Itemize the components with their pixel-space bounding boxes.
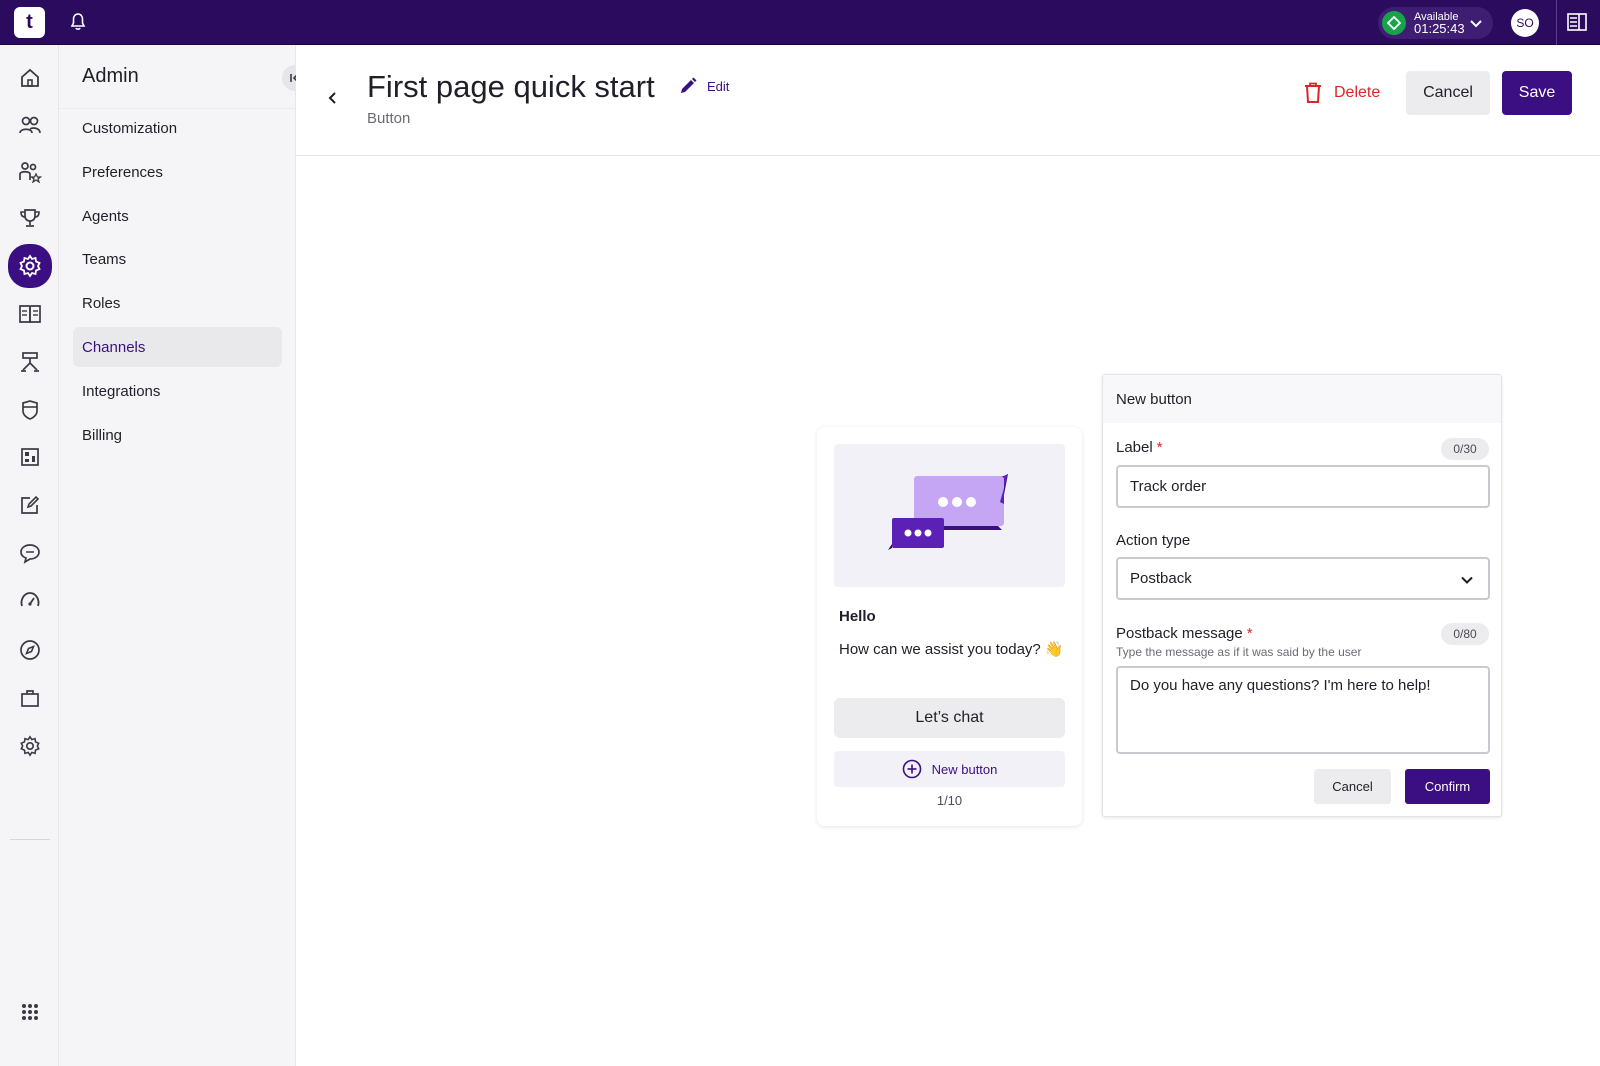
chevron-down-icon	[1470, 20, 1482, 28]
sidebar-item-billing[interactable]: Billing	[73, 415, 282, 455]
home-icon[interactable]	[10, 58, 50, 98]
add-new-button[interactable]: New button	[834, 751, 1065, 787]
status-indicator-icon	[1382, 11, 1406, 35]
contacts-icon[interactable]	[10, 105, 50, 145]
sidebar-item-label: Agents	[82, 207, 129, 225]
trash-icon	[1305, 82, 1321, 103]
sidebar-item-label: Customization	[82, 119, 178, 137]
form-cancel-button[interactable]: Cancel	[1314, 769, 1391, 804]
action-type-select[interactable]: Postback	[1116, 557, 1490, 600]
form-header: New button	[1103, 375, 1501, 423]
new-button-form: New button Label * 0/30 Track order Actio…	[1102, 374, 1502, 817]
delete-label: Delete	[1334, 84, 1381, 101]
card-title: Hello	[839, 608, 876, 625]
notification-bell-icon[interactable]	[68, 12, 88, 32]
sidebar-item-teams[interactable]: Teams	[73, 239, 282, 279]
apps-grid-icon[interactable]	[10, 992, 50, 1032]
icon-rail	[0, 45, 59, 1066]
confirm-button[interactable]: Confirm	[1405, 769, 1490, 804]
label-input[interactable]: Track order	[1116, 465, 1490, 508]
sidebar-item-label: Channels	[82, 338, 146, 356]
action-type-label: Action type	[1116, 532, 1191, 549]
label-char-counter: 0/30	[1441, 438, 1489, 460]
label-field-label: Label *	[1116, 439, 1163, 456]
sidenav-title: Admin	[82, 65, 139, 87]
back-chevron-icon[interactable]	[326, 91, 340, 105]
preview-card: Hello How can we assist you today? 👋 Let…	[817, 427, 1082, 826]
plus-circle-icon	[902, 759, 921, 779]
page-subtitle: Button	[367, 110, 411, 127]
shield-icon[interactable]	[10, 390, 50, 430]
new-button-label: New button	[931, 761, 998, 777]
availability-status[interactable]: Available 01:25:43	[1378, 7, 1493, 39]
teams-icon[interactable]	[10, 152, 50, 192]
admin-sidenav: Admin Customization Preferences Agents T…	[59, 45, 308, 1066]
sidebar-item-customization[interactable]: Customization	[73, 108, 282, 148]
postback-message-label: Postback message *	[1116, 625, 1253, 642]
action-type-value: Postback	[1130, 570, 1192, 587]
user-avatar[interactable]: SO	[1511, 9, 1539, 37]
knowledge-book-icon[interactable]	[10, 294, 50, 334]
side-panel-icon[interactable]	[1567, 13, 1587, 31]
sidebar-item-label: Billing	[82, 426, 123, 444]
edit-label: Edit	[707, 78, 730, 94]
sidebar-item-integrations[interactable]: Integrations	[73, 371, 282, 411]
lets-chat-button[interactable]: Let’s chat	[834, 698, 1065, 738]
gear-icon[interactable]	[10, 726, 50, 766]
pencil-icon	[681, 77, 697, 93]
chat-icon[interactable]	[10, 533, 50, 573]
logo-text: t	[26, 11, 33, 33]
card-body: How can we assist you today? 👋	[839, 641, 1064, 658]
postback-hint: Type the message as if it was said by th…	[1116, 645, 1362, 659]
workflow-icon[interactable]	[10, 342, 50, 382]
app-logo[interactable]: t	[14, 7, 45, 38]
postback-message-textarea[interactable]: Do you have any questions? I'm here to h…	[1116, 666, 1490, 754]
sidebar-item-channels[interactable]: Channels	[73, 327, 282, 367]
top-bar: t Available 01:25:43 SO	[0, 0, 1600, 45]
settings-icon[interactable]	[8, 244, 52, 288]
sidebar-item-label: Roles	[82, 294, 121, 312]
sidebar-item-roles[interactable]: Roles	[73, 283, 282, 323]
chat-bubbles-illustration	[834, 444, 1065, 587]
save-button[interactable]: Save	[1502, 71, 1572, 115]
sidebar-item-label: Preferences	[82, 163, 163, 181]
sidebar-item-agents[interactable]: Agents	[73, 196, 282, 236]
briefcase-icon[interactable]	[10, 678, 50, 718]
chevron-down-icon	[1461, 576, 1473, 584]
topbar-divider	[1556, 0, 1557, 45]
compass-icon[interactable]	[10, 630, 50, 670]
rail-divider	[10, 839, 50, 840]
edit-title-button[interactable]: Edit	[679, 77, 729, 95]
trophy-icon[interactable]	[10, 198, 50, 238]
dashboard-gauge-icon[interactable]	[10, 580, 50, 620]
sidebar-item-preferences[interactable]: Preferences	[73, 152, 282, 192]
postback-char-counter: 0/80	[1441, 623, 1489, 645]
cancel-button[interactable]: Cancel	[1406, 71, 1490, 115]
reports-icon[interactable]	[10, 437, 50, 477]
button-counter: 1/10	[936, 793, 963, 808]
edit-note-icon[interactable]	[10, 485, 50, 525]
delete-button[interactable]: Delete	[1304, 71, 1380, 115]
sidebar-item-label: Teams	[82, 250, 127, 268]
page-title: First page quick start	[367, 69, 655, 104]
sidebar-item-label: Integrations	[82, 382, 161, 400]
page-header: First page quick start Edit Button Delet…	[296, 45, 1600, 156]
status-timer: 01:25:43	[1414, 21, 1465, 36]
